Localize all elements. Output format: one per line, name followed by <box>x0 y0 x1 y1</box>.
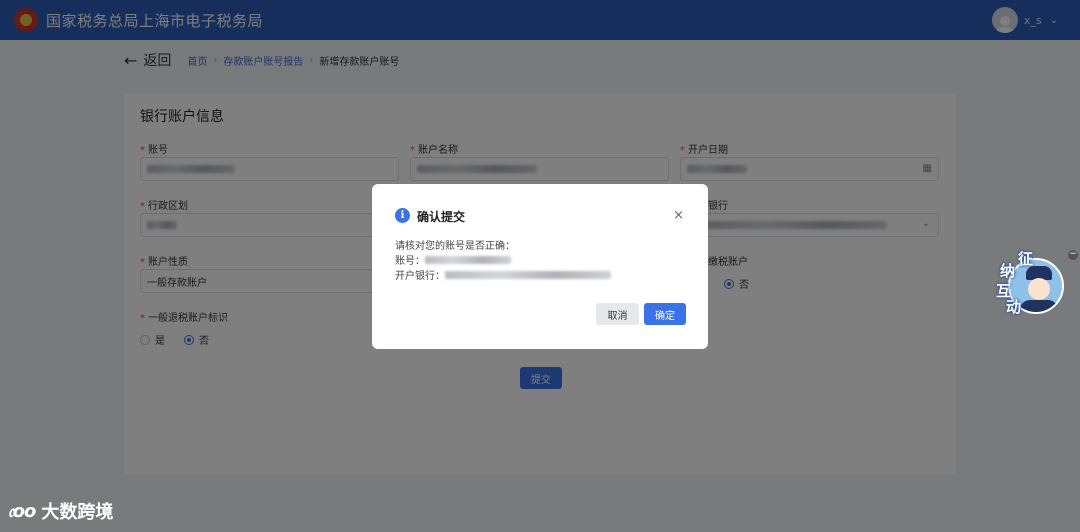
close-icon[interactable]: × <box>673 208 684 223</box>
widget-char: 纳 <box>1000 262 1016 280</box>
dialog-bank-line: 开户银行： <box>395 267 611 282</box>
dialog-title: 确认提交 <box>417 210 466 224</box>
confirm-dialog: i 确认提交 × 请核对您的账号是否正确： 账号： 开户银行： 取消 确定 <box>372 184 708 349</box>
watermark-text: 大数跨境 <box>41 502 114 523</box>
widget-char: 征 <box>1018 250 1034 268</box>
confirm-button[interactable]: 确定 <box>644 303 686 325</box>
dialog-account-line: 账号： <box>395 252 511 267</box>
watermark-logo-icon: 𝔠oo <box>8 500 36 522</box>
cancel-button[interactable]: 取消 <box>596 303 639 325</box>
watermark: 𝔠oo 大数跨境 <box>8 498 113 524</box>
tax-interaction-widget[interactable]: 征 纳 互 动 − <box>996 250 1078 322</box>
widget-close-icon[interactable]: − <box>1068 250 1078 260</box>
widget-char: 动 <box>1006 298 1022 316</box>
dialog-message: 请核对您的账号是否正确： <box>395 241 515 252</box>
info-icon: i <box>395 208 410 223</box>
